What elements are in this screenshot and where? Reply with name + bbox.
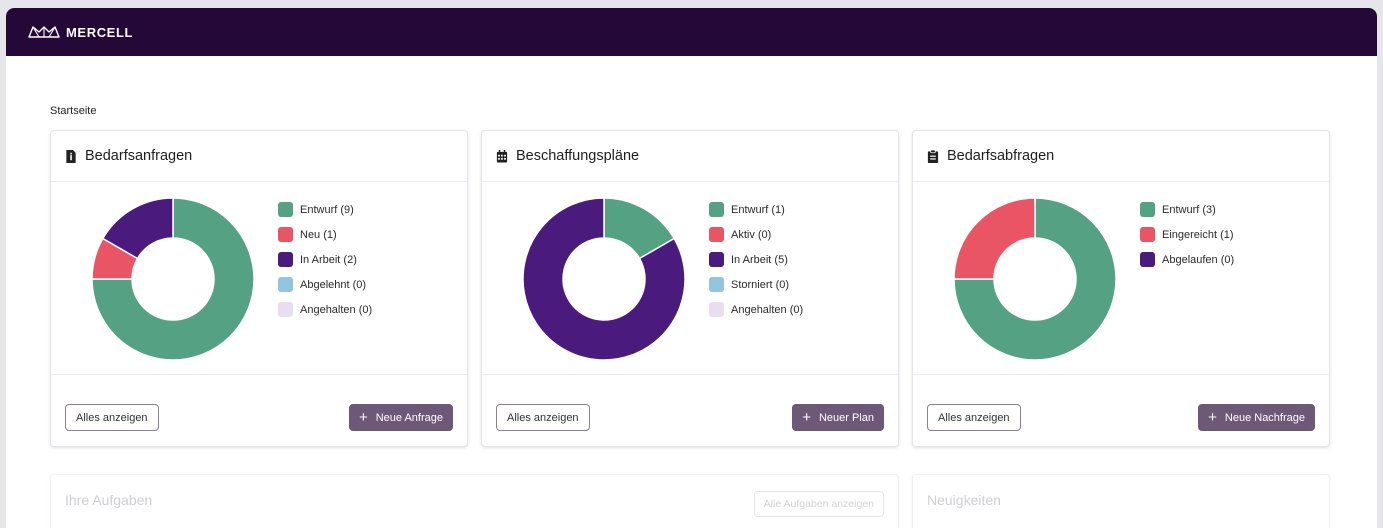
legend-label: Entwurf (1)	[731, 203, 785, 216]
app-window: MERCELL Startseite Bedarfsanfragen Entwu…	[6, 8, 1377, 528]
brand-logo[interactable]: MERCELL	[28, 25, 133, 40]
legend-label: Eingereicht (1)	[1162, 228, 1234, 241]
show-all-button[interactable]: Alles anzeigen	[927, 404, 1021, 431]
donut-segment[interactable]	[953, 197, 1036, 280]
legend-item[interactable]: Neu (1)	[278, 222, 372, 247]
legend-label: Angehalten (0)	[300, 303, 373, 316]
legend-item[interactable]: Angehalten (0)	[709, 297, 803, 322]
legend-label: In Arbeit (2)	[300, 253, 357, 266]
chart-legend: Entwurf (3) Eingereicht (1) Abgelaufen (0)	[1140, 197, 1234, 272]
card-chart-area: Entwurf (3) Eingereicht (1) Abgelaufen (0)	[913, 182, 1329, 375]
legend-swatch	[278, 202, 293, 217]
card-header: Bedarfsanfragen	[51, 131, 467, 182]
legend-label: Storniert (0)	[731, 278, 790, 291]
status-donut-chart	[522, 197, 686, 361]
legend-item[interactable]: Abgelehnt (0)	[278, 272, 372, 297]
brand-name: MERCELL	[66, 24, 134, 40]
legend-label: Angehalten (0)	[731, 303, 804, 316]
top-navigation-bar: MERCELL	[6, 8, 1377, 56]
legend-label: In Arbeit (5)	[731, 253, 788, 266]
clipboard-icon	[927, 149, 939, 163]
card-bedarfsanfragen: Bedarfsanfragen Entwurf (9) Neu (1) In Arb…	[50, 130, 468, 447]
show-all-button[interactable]: Alles anzeigen	[65, 404, 159, 431]
all-tasks-button[interactable]: Alle Aufgaben anzeigen	[753, 491, 884, 517]
legend-swatch	[1140, 202, 1155, 217]
legend-item[interactable]: Eingereicht (1)	[1140, 222, 1234, 247]
card-footer: Alles anzeigen + Neuer Plan	[482, 375, 898, 446]
new-plan-label: Neuer Plan	[818, 411, 874, 424]
legend-label: Entwurf (9)	[300, 203, 354, 216]
legend-swatch	[278, 302, 293, 317]
card-footer: Alles anzeigen + Neue Anfrage	[51, 375, 467, 446]
new-request-button[interactable]: + Neue Anfrage	[348, 404, 453, 431]
card-chart-area: Entwurf (1) Aktiv (0) In Arbeit (5) Stornie…	[482, 182, 898, 375]
card-title: Bedarfsanfragen	[85, 148, 193, 164]
legend-label: Abgelaufen (0)	[1162, 253, 1235, 266]
status-donut-chart	[953, 197, 1117, 361]
card-footer: Alles anzeigen + Neue Nachfrage	[913, 375, 1329, 446]
tasks-card: Ihre Aufgaben Alle Aufgaben anzeigen	[50, 474, 899, 528]
legend-item[interactable]: Entwurf (3)	[1140, 197, 1234, 222]
status-donut-chart	[91, 197, 255, 361]
legend-item[interactable]: In Arbeit (5)	[709, 247, 803, 272]
legend-item[interactable]: Aktiv (0)	[709, 222, 803, 247]
new-request-label: Neue Anfrage	[375, 411, 443, 424]
breadcrumb[interactable]: Startseite	[50, 105, 96, 117]
plus-icon: +	[1208, 409, 1217, 426]
legend-swatch	[1140, 227, 1155, 242]
legend-swatch	[278, 252, 293, 267]
legend-item[interactable]: Entwurf (1)	[709, 197, 803, 222]
new-inquiry-button[interactable]: + Neue Nachfrage	[1198, 404, 1315, 431]
legend-item[interactable]: Entwurf (9)	[278, 197, 372, 222]
card-bedarfsabfragen: Bedarfsabfragen Entwurf (3) Eingereicht (…	[912, 130, 1330, 447]
legend-swatch	[278, 277, 293, 292]
card-title: Bedarfsabfragen	[947, 148, 1055, 164]
legend-swatch	[709, 252, 724, 267]
legend-swatch	[709, 202, 724, 217]
file-info-icon	[66, 149, 76, 163]
new-plan-button[interactable]: + Neuer Plan	[792, 404, 884, 431]
tasks-title: Ihre Aufgaben	[65, 492, 153, 508]
legend-swatch	[709, 302, 724, 317]
news-title: Neuigkeiten	[927, 492, 1001, 508]
chart-legend: Entwurf (1) Aktiv (0) In Arbeit (5) Stornie…	[709, 197, 803, 322]
show-all-button[interactable]: Alles anzeigen	[496, 404, 590, 431]
legend-item[interactable]: Storniert (0)	[709, 272, 803, 297]
legend-swatch	[1140, 252, 1155, 267]
card-chart-area: Entwurf (9) Neu (1) In Arbeit (2) Abgelehnt…	[51, 182, 467, 375]
card-header: Beschaffungspläne	[482, 131, 898, 182]
calendar-icon	[496, 149, 508, 163]
card-beschaffungsplaene: Beschaffungspläne Entwurf (1) Aktiv (0) In…	[481, 130, 899, 447]
legend-item[interactable]: Abgelaufen (0)	[1140, 247, 1234, 272]
legend-swatch	[278, 227, 293, 242]
new-inquiry-label: Neue Nachfrage	[1224, 411, 1305, 424]
news-card: Neuigkeiten	[912, 474, 1330, 528]
legend-swatch	[709, 227, 724, 242]
chart-legend: Entwurf (9) Neu (1) In Arbeit (2) Abgelehnt…	[278, 197, 372, 322]
legend-swatch	[709, 277, 724, 292]
legend-label: Entwurf (3)	[1162, 203, 1216, 216]
card-title: Beschaffungspläne	[516, 148, 640, 164]
card-header: Bedarfsabfragen	[913, 131, 1329, 182]
mercell-logo-icon	[28, 26, 60, 38]
legend-label: Aktiv (0)	[731, 228, 772, 241]
plus-icon: +	[358, 409, 368, 426]
legend-label: Neu (1)	[300, 228, 337, 241]
legend-item[interactable]: In Arbeit (2)	[278, 247, 372, 272]
legend-label: Abgelehnt (0)	[300, 278, 367, 291]
legend-item[interactable]: Angehalten (0)	[278, 297, 372, 322]
plus-icon: +	[802, 409, 811, 426]
